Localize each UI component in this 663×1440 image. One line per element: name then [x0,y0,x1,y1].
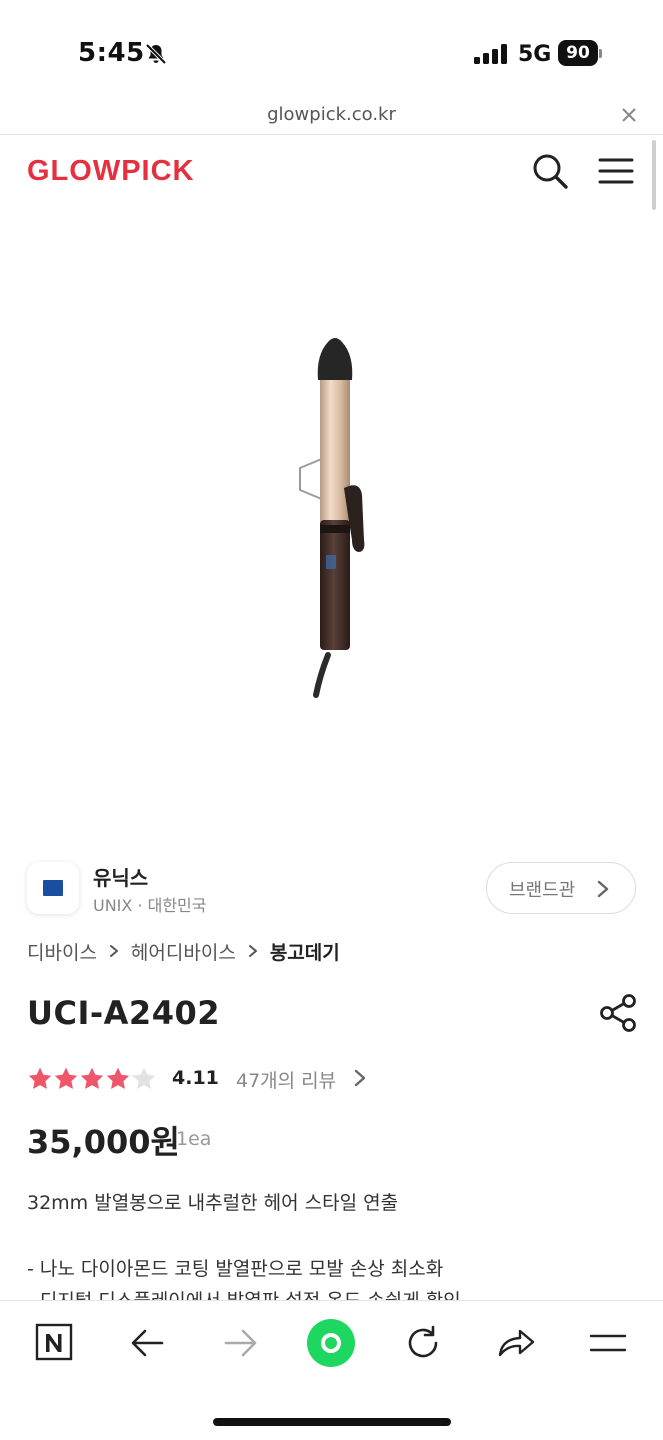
green-dot-icon[interactable] [306,1318,356,1368]
price-unit: 1ea [176,1128,212,1150]
share-arrow-icon[interactable] [496,1323,536,1363]
breadcrumb-item-hair-device[interactable]: 헤어디바이스 [131,938,236,965]
signal-icon [474,44,507,64]
rating-value: 4.11 [172,1067,219,1089]
brand-store-button[interactable]: 브랜드관 [486,862,636,914]
battery-level: 90 [558,40,598,66]
status-time: 5:45 [78,38,145,68]
star-icon [28,1067,52,1089]
status-bar: 5:45 5G 90 [0,0,663,98]
star-icon [106,1067,130,1089]
search-icon[interactable] [532,153,568,189]
star-icon [80,1067,104,1089]
rating-stars [27,1066,157,1092]
star-icon [132,1067,156,1089]
brand-subtitle: UNIX · 대한민국 [93,896,207,915]
share-icon[interactable] [598,994,638,1032]
network-label: 5G [518,42,552,67]
close-icon[interactable] [620,106,638,124]
home-indicator [213,1418,451,1426]
product-image [299,338,365,698]
chevron-right-icon [109,945,118,957]
breadcrumb-item-device[interactable]: 디바이스 [27,938,97,965]
naver-n-icon[interactable] [35,1323,75,1363]
star-icon [54,1067,78,1089]
brand-logo[interactable] [27,862,79,914]
breadcrumb-item-curling-iron[interactable]: 봉고데기 [270,938,340,965]
scrollbar[interactable] [652,140,656,210]
url-bar[interactable]: glowpick.co.kr [0,98,663,135]
bell-muted-icon [145,43,167,65]
brand-name[interactable]: 유닉스 [93,862,148,891]
chevron-right-icon [597,880,609,898]
menu-icon[interactable] [588,1323,628,1363]
brand-store-label: 브랜드관 [509,880,576,901]
product-summary: 32mm 발열봉으로 내추럴한 헤어 스타일 연출 [27,1192,399,1214]
chevron-right-icon[interactable] [354,1069,366,1087]
glowpick-logo[interactable]: GLOWPICK [27,155,195,188]
breadcrumb: 디바이스 헤어디바이스 봉고데기 [27,938,340,964]
url-text[interactable]: glowpick.co.kr [0,104,663,125]
feature-line: - 나노 다이아몬드 코팅 발열판으로 모발 손상 최소화 [27,1258,444,1280]
browser-toolbar [0,1300,663,1440]
site-header: GLOWPICK [0,135,663,210]
price: 35,000원 [27,1123,180,1161]
back-arrow-icon[interactable] [128,1323,168,1363]
battery-icon: 90 [558,40,602,66]
chevron-right-icon [248,945,257,957]
hamburger-menu-icon[interactable] [598,157,634,185]
forward-arrow-icon[interactable] [220,1323,260,1363]
refresh-icon[interactable] [403,1323,443,1363]
product-title: UCI-A2402 [27,994,220,1032]
review-count-link[interactable]: 47개의 리뷰 [236,1066,336,1093]
